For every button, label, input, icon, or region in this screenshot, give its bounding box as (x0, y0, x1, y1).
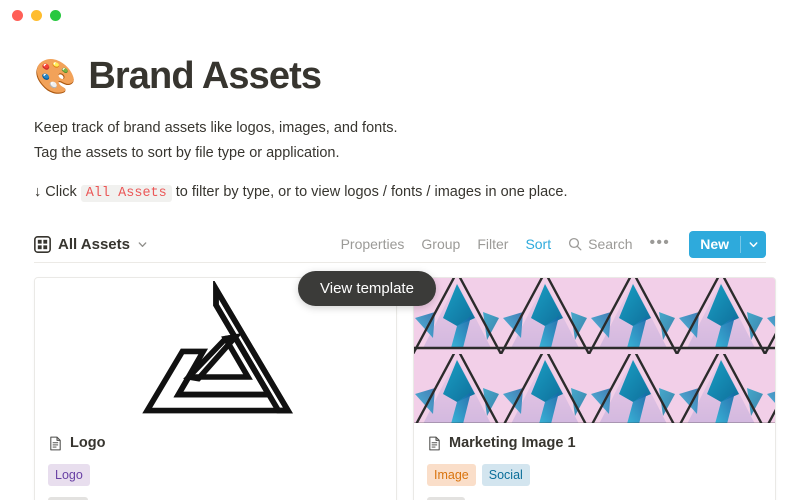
all-assets-code-chip[interactable]: All Assets (80, 184, 172, 202)
toolbar-sort-button[interactable]: Sort (525, 236, 551, 252)
penrose-triangle-icon (141, 280, 293, 414)
card-media-marketing-image (414, 278, 775, 424)
view-name-label: All Assets (58, 235, 130, 253)
page-title[interactable]: Brand Assets (88, 55, 322, 98)
toolbar-actions: Properties Group Filter Sort Search ••• … (341, 230, 766, 258)
gallery-icon (34, 235, 51, 253)
callout-prefix: ↓ Click (34, 183, 77, 200)
toolbar-search-button[interactable]: Search (568, 236, 632, 252)
window-titlebar (0, 0, 800, 30)
description-line-2: Tag the assets to sort by file type or a… (34, 145, 340, 162)
card-body-marketing-image: Marketing Image 1 Image Social JPG (414, 423, 775, 500)
search-icon (569, 238, 582, 251)
tag-social[interactable]: Social (481, 464, 530, 487)
page-header: 🎨 Brand Assets (34, 55, 766, 98)
tag-logo[interactable]: Logo (48, 464, 90, 487)
chevron-down-icon (749, 241, 758, 247)
new-button-dropdown[interactable] (741, 239, 766, 250)
palette-icon[interactable]: 🎨 (34, 60, 76, 94)
close-window-button[interactable] (12, 9, 23, 21)
toolbar-more-button[interactable]: ••• (649, 234, 670, 251)
gallery-grid: Logo Logo SVG (34, 277, 776, 500)
card-title: Logo (70, 435, 106, 452)
toolbar-filter-button[interactable]: Filter (477, 236, 508, 252)
description-callout: ↓ Click All Assets to filter by type, or… (34, 180, 766, 206)
geometric-pattern-image (414, 278, 775, 424)
view-template-tooltip: View template (298, 271, 436, 306)
toolbar-properties-button[interactable]: Properties (341, 236, 405, 252)
page-icon (50, 436, 61, 451)
tag-image[interactable]: Image (427, 464, 476, 487)
card-tags-row-1: Logo (48, 464, 383, 487)
toolbar-group-button[interactable]: Group (421, 236, 460, 252)
card-body-logo: Logo Logo SVG (35, 423, 396, 500)
page-description: Keep track of brand assets like logos, i… (34, 116, 766, 205)
card-title-row: Logo (48, 434, 383, 453)
card-tags-row-1: Image Social (427, 464, 762, 487)
new-button[interactable]: New (689, 230, 766, 258)
gallery-card-logo[interactable]: Logo Logo SVG (34, 277, 397, 500)
page-content: 🎨 Brand Assets Keep track of brand asset… (0, 55, 800, 500)
page-icon (429, 436, 440, 451)
toolbar-search-label: Search (588, 236, 633, 253)
description-line-1: Keep track of brand assets like logos, i… (34, 119, 398, 136)
minimize-window-button[interactable] (31, 9, 42, 21)
view-selector[interactable]: All Assets (34, 236, 148, 253)
maximize-window-button[interactable] (50, 9, 61, 21)
callout-suffix: to filter by type, or to view logos / fo… (175, 183, 568, 200)
chevron-down-icon (138, 241, 147, 247)
database-toolbar: All Assets Properties Group Filter Sort … (34, 227, 766, 261)
card-title-row: Marketing Image 1 (427, 434, 762, 453)
toolbar-divider (34, 262, 766, 264)
card-title: Marketing Image 1 (449, 435, 576, 452)
new-button-label: New (700, 236, 729, 253)
gallery-card-marketing-image-1[interactable]: Marketing Image 1 Image Social JPG (413, 277, 776, 500)
